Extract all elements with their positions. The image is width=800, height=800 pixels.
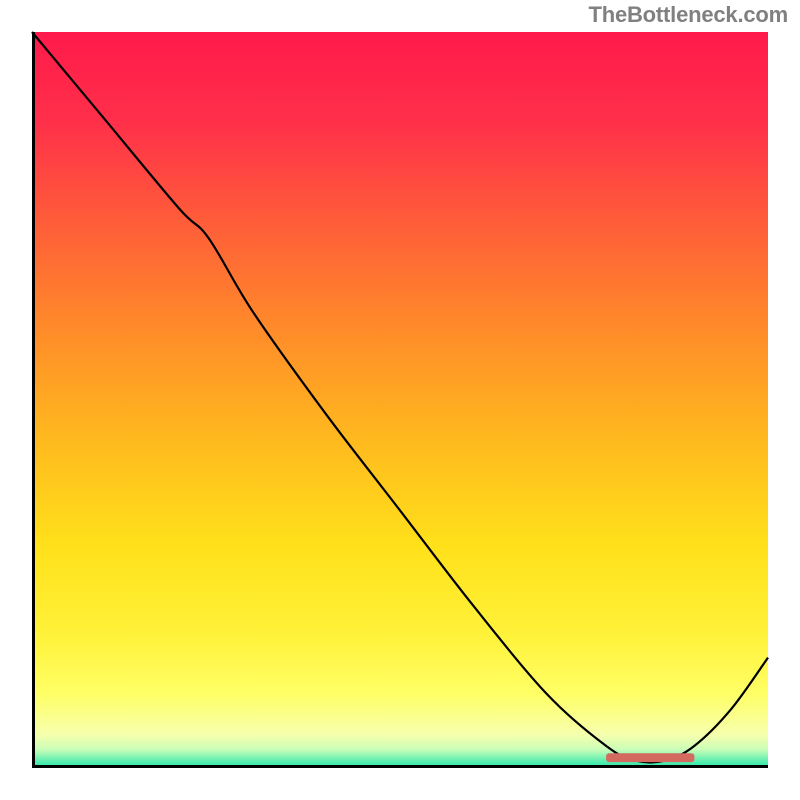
x-axis	[32, 765, 768, 768]
axes	[32, 32, 768, 768]
watermark-text: TheBottleneck.com	[588, 2, 788, 28]
y-axis	[32, 32, 35, 768]
chart-container: TheBottleneck.com	[0, 0, 800, 800]
